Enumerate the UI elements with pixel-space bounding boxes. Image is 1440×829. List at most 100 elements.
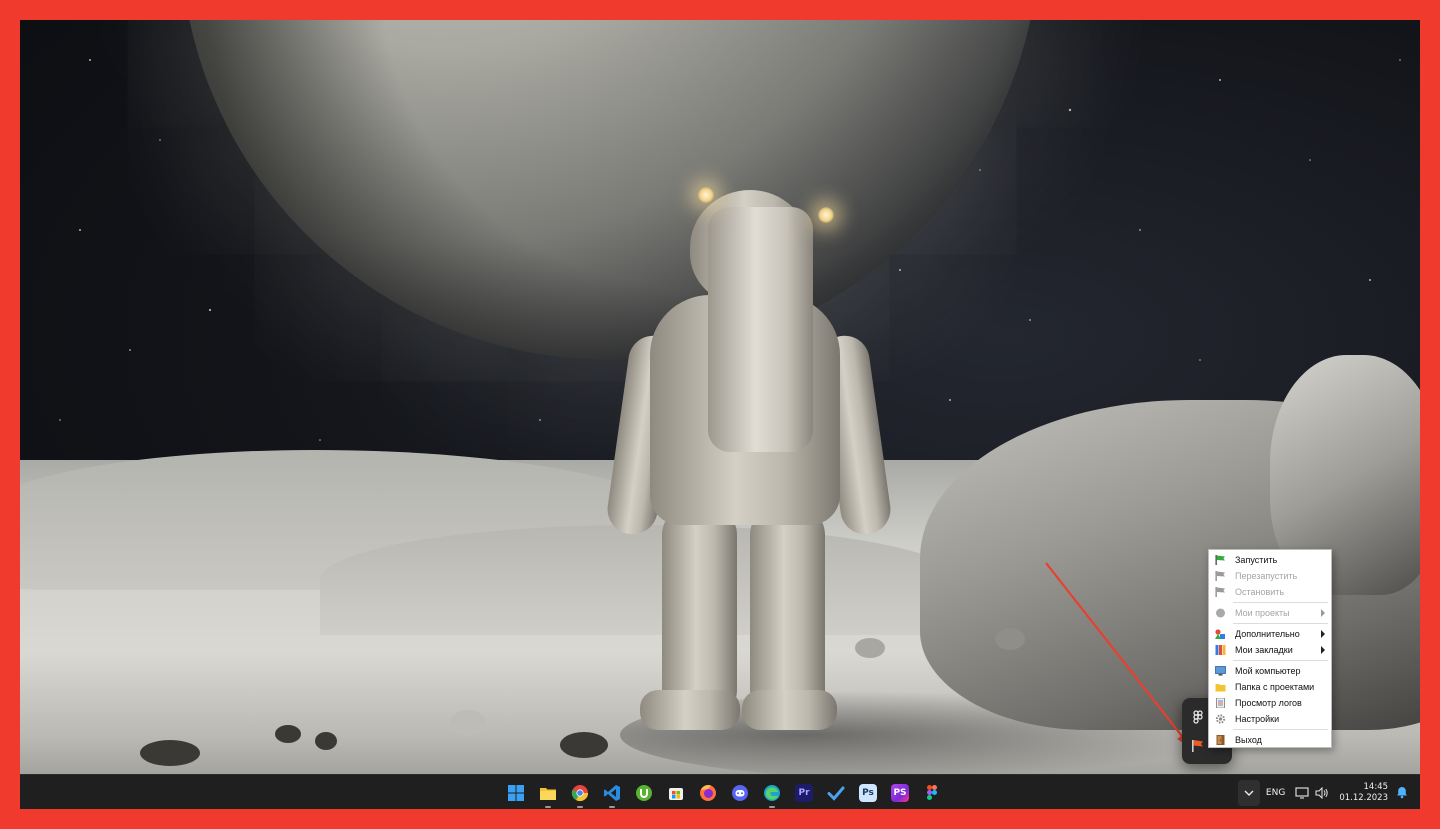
store-button[interactable] <box>660 775 692 809</box>
log-icon <box>1216 698 1225 708</box>
menu-item-additional[interactable]: Дополнительно <box>1209 626 1331 642</box>
photoshop-button[interactable]: Ps <box>852 775 884 809</box>
menu-item-label: Мой компьютер <box>1235 666 1301 676</box>
taskbar-apps: Pr Ps PS <box>500 775 948 809</box>
discord-button[interactable] <box>724 775 756 809</box>
astronaut-boot <box>640 690 740 730</box>
submenu-arrow-icon <box>1321 609 1325 617</box>
clock-time: 14:45 <box>1363 781 1389 792</box>
firefox-button[interactable] <box>692 775 724 809</box>
figma-tray-icon[interactable] <box>1190 709 1206 725</box>
bookmarks-icon <box>1215 645 1226 655</box>
menu-separator <box>1233 729 1328 730</box>
menu-item-label: Остановить <box>1235 587 1285 597</box>
pebble <box>315 732 337 750</box>
helmet-lamp <box>818 207 834 223</box>
edge-button[interactable] <box>756 775 788 809</box>
pebble <box>140 740 200 766</box>
menu-item-restart[interactable]: Перезапустить <box>1209 568 1331 584</box>
running-indicator <box>769 806 775 808</box>
menu-item-label: Просмотр логов <box>1235 698 1302 708</box>
gray-flag-icon <box>1215 587 1225 597</box>
menu-item-stop[interactable]: Остановить <box>1209 584 1331 600</box>
windows-start-icon <box>508 784 524 801</box>
menu-item-label: Запустить <box>1235 555 1278 565</box>
exit-door-icon <box>1216 735 1225 745</box>
system-tray: ENG 14:45 01.12.2023 <box>1237 775 1420 809</box>
folder-icon <box>1215 684 1226 692</box>
running-indicator <box>545 806 551 808</box>
bell-icon <box>1397 787 1407 799</box>
running-indicator <box>609 806 615 808</box>
menu-item-label: Перезапустить <box>1235 571 1298 581</box>
phpstorm-icon: PS <box>891 783 909 802</box>
green-flag-icon <box>1215 555 1225 565</box>
edge-icon <box>764 784 780 801</box>
todo-icon <box>827 786 845 801</box>
network-icon <box>1295 786 1309 799</box>
helmet-lamp <box>698 187 714 203</box>
photoshop-icon: Ps <box>859 783 877 802</box>
quick-settings-button[interactable] <box>1295 786 1329 799</box>
notifications-button[interactable] <box>1394 785 1410 801</box>
figma-button[interactable] <box>916 775 948 809</box>
firefox-icon <box>700 784 716 801</box>
menu-item-bookmarks[interactable]: Мои закладки <box>1209 642 1331 658</box>
vscode-button[interactable] <box>596 775 628 809</box>
astronaut-boot <box>742 690 837 730</box>
astronaut-backpack <box>708 207 813 452</box>
menu-item-settings[interactable]: Настройки <box>1209 711 1331 727</box>
menu-item-exit[interactable]: Выход <box>1209 732 1331 748</box>
menu-item-label: Мои проекты <box>1235 608 1290 618</box>
chrome-icon <box>571 784 589 801</box>
menu-separator <box>1233 602 1328 603</box>
menu-item-label: Мои закладки <box>1235 645 1293 655</box>
submenu-arrow-icon <box>1321 630 1325 638</box>
premiere-button[interactable]: Pr <box>788 775 820 809</box>
menu-item-label: Выход <box>1235 735 1262 745</box>
language-indicator[interactable]: ENG <box>1266 788 1285 798</box>
desktop: Запустить Перезапустить Остановить Мои п… <box>20 20 1420 809</box>
utorrent-button[interactable] <box>628 775 660 809</box>
gray-flag-icon <box>1215 571 1225 581</box>
file-explorer-button[interactable] <box>532 775 564 809</box>
gear-icon <box>1215 714 1226 724</box>
menu-item-my-projects[interactable]: Мои проекты <box>1209 605 1331 621</box>
file-explorer-icon <box>540 787 556 800</box>
premiere-icon: Pr <box>795 783 813 802</box>
discord-icon <box>732 784 748 801</box>
tray-context-menu: Запустить Перезапустить Остановить Мои п… <box>1208 549 1332 748</box>
astronaut-leg <box>750 505 825 720</box>
taskbar: Pr Ps PS ENG 14:45 01.12.2023 <box>20 774 1420 809</box>
menu-item-label: Папка с проектами <box>1235 682 1315 692</box>
running-indicator <box>577 806 583 808</box>
clock-date: 01.12.2023 <box>1339 792 1388 803</box>
menu-item-label: Дополнительно <box>1235 629 1300 639</box>
clock[interactable]: 14:45 01.12.2023 <box>1339 782 1388 804</box>
utorrent-icon <box>636 784 652 801</box>
computer-icon <box>1215 666 1226 676</box>
menu-item-label: Настройки <box>1235 714 1280 724</box>
store-icon <box>669 787 683 800</box>
menu-separator <box>1233 623 1328 624</box>
phpstorm-button[interactable]: PS <box>884 775 916 809</box>
shapes-icon <box>1215 629 1225 639</box>
windows-start-button[interactable] <box>500 775 532 809</box>
menu-item-start[interactable]: Запустить <box>1209 552 1331 568</box>
vscode-icon <box>604 784 620 801</box>
figma-icon <box>927 784 937 800</box>
submenu-arrow-icon <box>1321 646 1325 654</box>
app-flag-tray-icon[interactable] <box>1190 738 1206 754</box>
pebble <box>995 628 1025 650</box>
gray-circle-icon <box>1216 608 1225 618</box>
pebble <box>450 710 486 736</box>
pebble <box>275 725 301 743</box>
menu-item-view-logs[interactable]: Просмотр логов <box>1209 695 1331 711</box>
chrome-button[interactable] <box>564 775 596 809</box>
menu-item-my-computer[interactable]: Мой компьютер <box>1209 663 1331 679</box>
speaker-icon <box>1315 786 1329 799</box>
todo-button[interactable] <box>820 775 852 809</box>
show-hidden-icons-button[interactable] <box>1237 779 1260 806</box>
menu-item-projects-folder[interactable]: Папка с проектами <box>1209 679 1331 695</box>
astronaut-leg <box>662 505 737 720</box>
